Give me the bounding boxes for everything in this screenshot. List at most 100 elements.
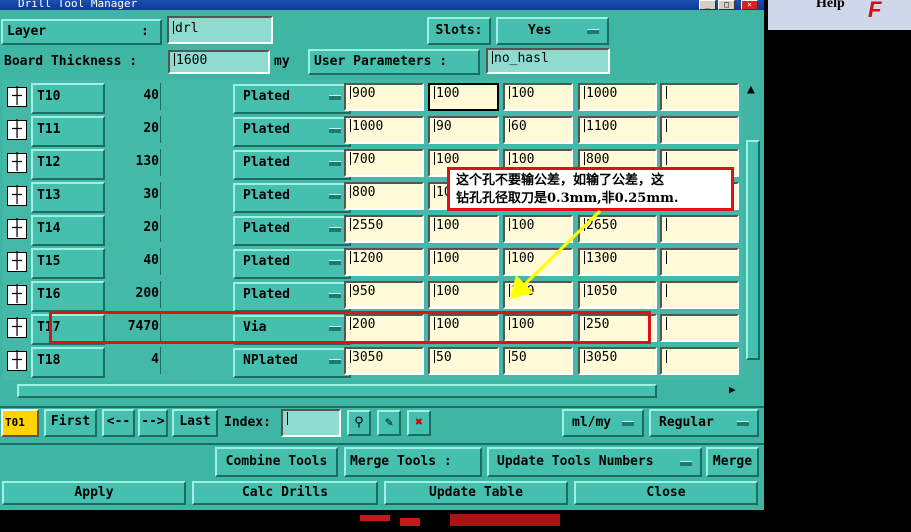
tool-v1-value: 1200 [352, 251, 384, 266]
tool-v1-value: 700 [352, 152, 376, 167]
tool-v5-field[interactable] [660, 248, 739, 276]
tool-v1-field[interactable]: 700 [344, 149, 424, 177]
tool-v3-value: 100 [511, 152, 535, 167]
layer-label[interactable]: Layer : [1, 19, 162, 45]
horizontal-scrollbar[interactable]: ▶ [3, 383, 743, 399]
tool-name[interactable]: T10 [31, 83, 105, 114]
tool-v2-field[interactable]: 90 [428, 116, 499, 144]
tool-type-dropdown[interactable]: Plated [233, 117, 351, 147]
tool-name[interactable]: T11 [31, 116, 105, 147]
annotation-line-1: 这个孔不要输公差，如输了公差，这 [456, 173, 665, 188]
maximize-icon[interactable]: □ [718, 0, 735, 10]
tool-v1-field[interactable]: 800 [344, 182, 424, 210]
noise-mark [360, 515, 390, 521]
combine-tools-button[interactable]: Combine Tools [215, 447, 338, 477]
scroll-right-icon[interactable]: ▶ [729, 383, 736, 396]
scroll-thumb[interactable] [746, 140, 760, 360]
units-value: ml/my [572, 415, 612, 430]
tool-v2-field[interactable]: 50 [428, 347, 499, 375]
mode-dropdown[interactable]: Regular [649, 409, 759, 437]
expand-icon[interactable]: ┼ [7, 285, 27, 305]
tool-name[interactable]: T12 [31, 149, 105, 180]
tool-name[interactable]: T15 [31, 248, 105, 279]
close-button[interactable]: Close [574, 481, 758, 505]
update-table-button[interactable]: Update Table [384, 481, 568, 505]
tool-v2-field[interactable]: 100 [428, 83, 499, 111]
tool-v2-value: 50 [436, 350, 452, 365]
tool-count: 200 [135, 286, 159, 301]
merge-button[interactable]: Merge [706, 447, 759, 477]
edit-icon[interactable]: ✎ [377, 410, 401, 436]
tool-v5-field[interactable] [660, 314, 739, 342]
expand-icon[interactable]: ┼ [7, 186, 27, 206]
tool-v2-field[interactable]: 100 [428, 248, 499, 276]
tool-name[interactable]: T18 [31, 347, 105, 378]
tool-v1-field[interactable]: 950 [344, 281, 424, 309]
tool-spacer [160, 116, 229, 143]
tool-v5-field[interactable] [660, 83, 739, 111]
layer-colon: : [141, 24, 149, 39]
apply-button[interactable]: Apply [2, 481, 186, 505]
user-parameters-field[interactable]: no_hasl [486, 48, 610, 74]
layer-field[interactable]: drl [167, 16, 273, 44]
tool-v4-field[interactable]: 1000 [578, 83, 657, 111]
user-parameters-button[interactable]: User Parameters : [308, 49, 480, 75]
expand-icon[interactable]: ┼ [7, 87, 27, 107]
tool-type-dropdown[interactable]: Plated [233, 216, 351, 246]
units-dropdown[interactable]: ml/my [562, 409, 644, 437]
tool-v3-field[interactable]: 50 [503, 347, 573, 375]
expand-icon[interactable]: ┼ [7, 120, 27, 140]
tool-v1-field[interactable]: 900 [344, 83, 424, 111]
tool-type-dropdown[interactable]: Plated [233, 249, 351, 279]
tool-name[interactable]: T14 [31, 215, 105, 246]
expand-icon[interactable]: ┼ [7, 153, 27, 173]
tool-type-dropdown[interactable]: Plated [233, 183, 351, 213]
scroll-up-icon[interactable]: ▲ [747, 82, 759, 97]
tool-v4-value: 1000 [586, 86, 618, 101]
calc-drills-button[interactable]: Calc Drills [192, 481, 378, 505]
expand-icon[interactable]: ┼ [7, 219, 27, 239]
next-button[interactable]: --> [138, 409, 168, 437]
tool-v5-field[interactable] [660, 116, 739, 144]
tool-v4-field[interactable]: 1100 [578, 116, 657, 144]
slots-dropdown[interactable]: Yes [496, 17, 609, 45]
tool-v4-field[interactable]: 3050 [578, 347, 657, 375]
tool-name[interactable]: T13 [31, 182, 105, 213]
tool-v1-field[interactable]: 2550 [344, 215, 424, 243]
first-button[interactable]: First [44, 409, 97, 437]
tool-v3-field[interactable]: 100 [503, 83, 573, 111]
tool-name[interactable]: T16 [31, 281, 105, 312]
close-icon[interactable]: × [741, 0, 758, 10]
tool-v5-field[interactable] [660, 281, 739, 309]
tool-v3-field[interactable]: 60 [503, 116, 573, 144]
tool-v2-field[interactable]: 100 [428, 215, 499, 243]
expand-icon[interactable]: ┼ [7, 318, 27, 338]
index-field[interactable] [281, 409, 341, 437]
last-button[interactable]: Last [172, 409, 218, 437]
vertical-scrollbar[interactable]: ▲ [745, 80, 761, 380]
tool-v5-field[interactable] [660, 215, 739, 243]
tool-v2-field[interactable]: 100 [428, 281, 499, 309]
help-panel[interactable]: Help F [768, 0, 911, 30]
tool-v5-field[interactable] [660, 347, 739, 375]
board-thickness-field[interactable]: 1600 [168, 50, 270, 74]
prev-button[interactable]: <-- [102, 409, 135, 437]
tool-v1-field[interactable]: 3050 [344, 347, 424, 375]
delete-icon[interactable]: ✖ [407, 410, 431, 436]
expand-icon[interactable]: ┼ [7, 351, 27, 371]
table-row: ┼ T18 4 NPlated 3050 50 50 3050 [3, 344, 743, 378]
tool-type: Plated [243, 188, 290, 203]
minimize-icon[interactable]: _ [699, 0, 716, 10]
tool-type-dropdown[interactable]: Plated [233, 84, 351, 114]
tool-type-dropdown[interactable]: Plated [233, 282, 351, 312]
expand-icon[interactable]: ┼ [7, 252, 27, 272]
tool-v1-field[interactable]: 1000 [344, 116, 424, 144]
board-thickness-label: Board Thickness : [4, 54, 138, 69]
update-tools-numbers-dropdown[interactable]: Update Tools Numbers [487, 447, 702, 477]
tool-type: Plated [243, 287, 290, 302]
tool-type-dropdown[interactable]: Plated [233, 150, 351, 180]
tool-v1-field[interactable]: 1200 [344, 248, 424, 276]
tool-type-dropdown[interactable]: NPlated [233, 348, 351, 378]
lightbulb-icon[interactable]: ⚲ [347, 410, 371, 436]
hscroll-thumb[interactable] [17, 384, 657, 398]
